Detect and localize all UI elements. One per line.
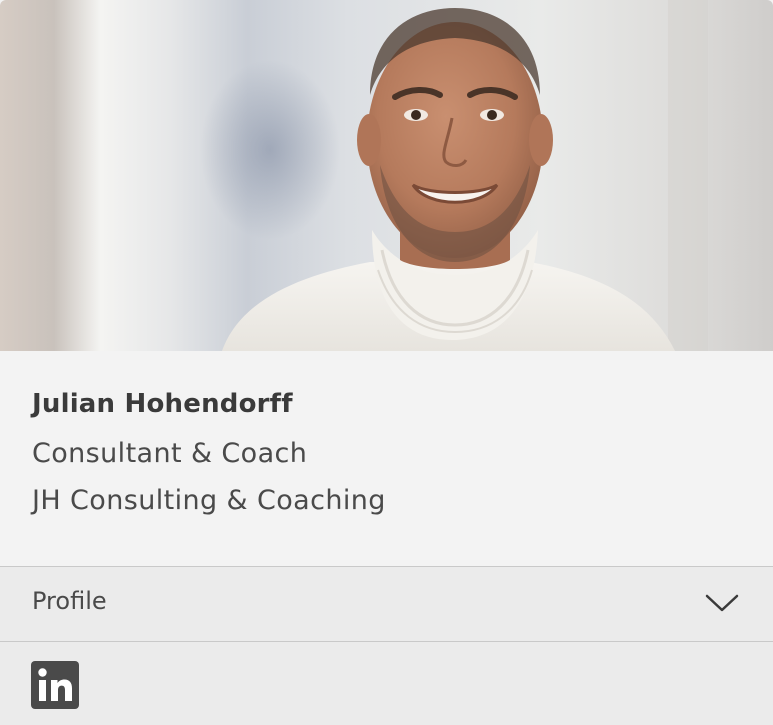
person-company: JH Consulting & Coaching <box>32 485 386 516</box>
person-name: Julian Hohendorff <box>32 389 293 419</box>
profile-card: Julian Hohendorff Consultant & Coach JH … <box>0 0 773 725</box>
profile-accordion-toggle[interactable]: Profile <box>0 566 773 642</box>
chevron-down-icon <box>705 593 739 613</box>
profile-photo <box>0 0 773 351</box>
profile-info: Julian Hohendorff Consultant & Coach JH … <box>0 351 773 566</box>
linkedin-icon[interactable] <box>31 661 79 709</box>
profile-accordion-label: Profile <box>32 587 107 615</box>
social-links <box>0 642 773 725</box>
person-role: Consultant & Coach <box>32 438 308 469</box>
